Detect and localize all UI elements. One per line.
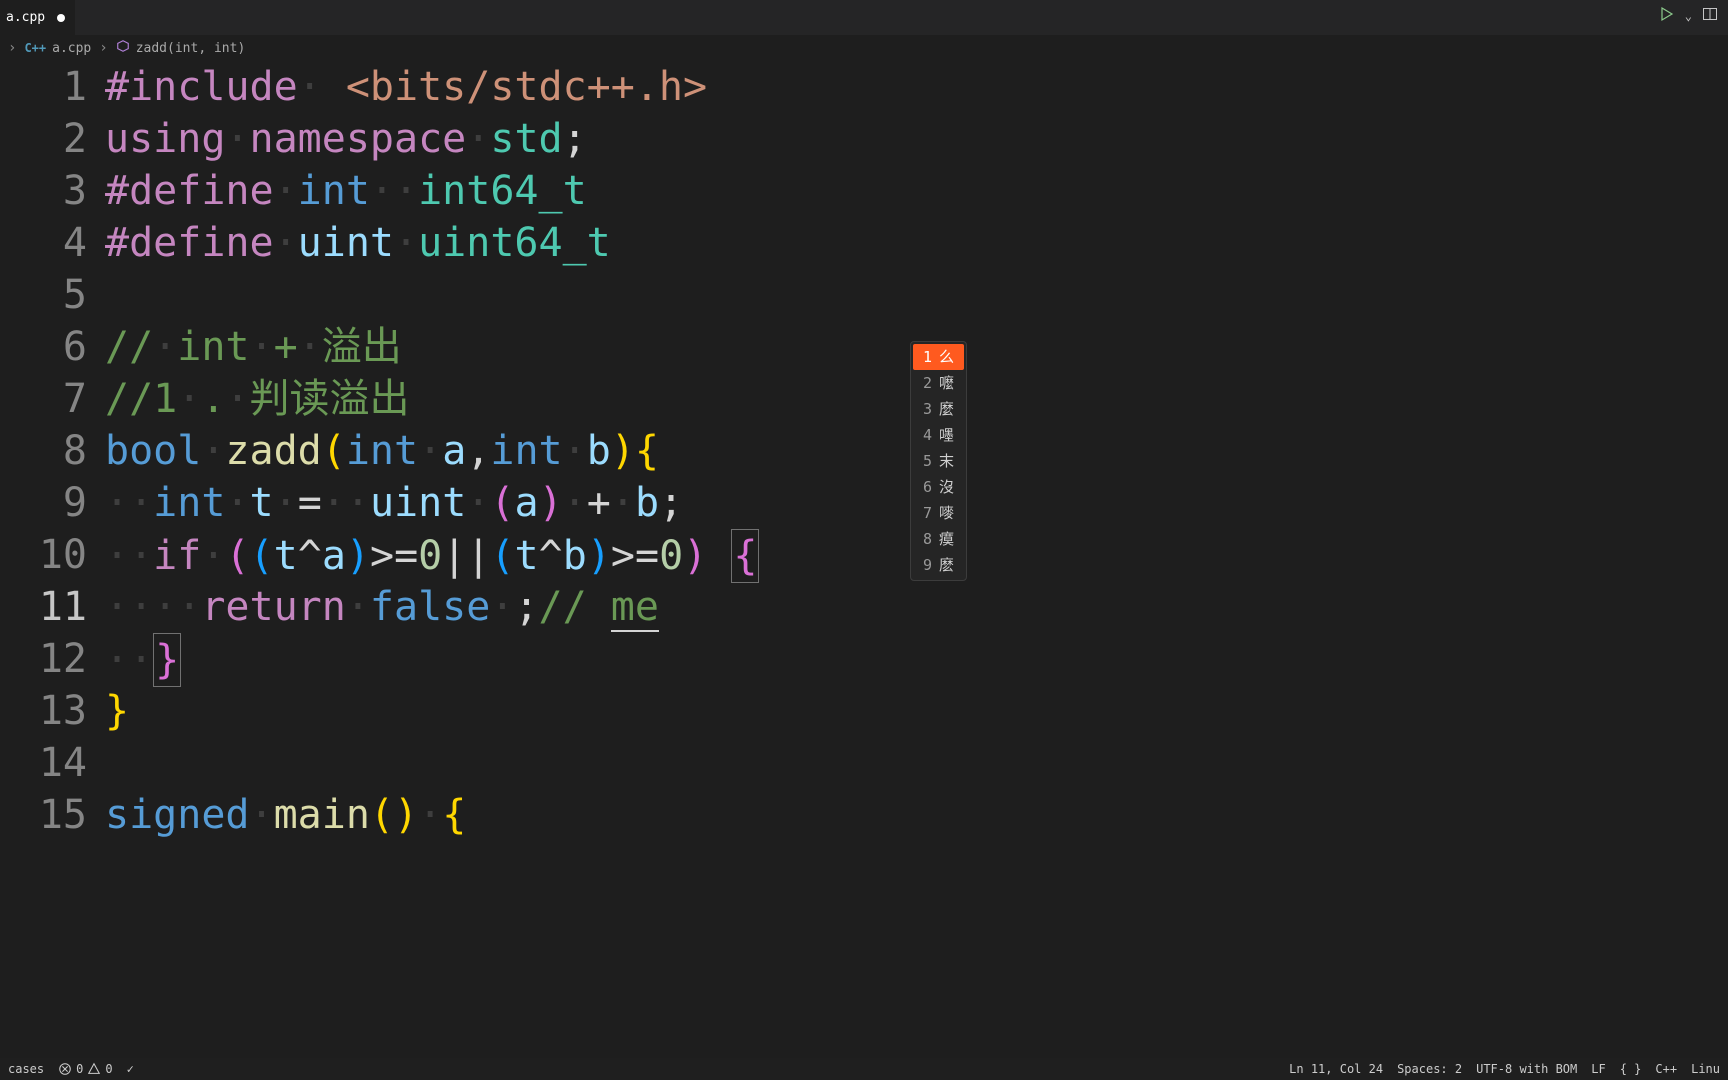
status-language[interactable]: C++ xyxy=(1655,1062,1677,1076)
status-problems[interactable]: 0 0 xyxy=(58,1062,112,1076)
modified-dot-icon xyxy=(57,14,65,22)
tab-bar: a.cpp ⌄ xyxy=(0,0,1728,35)
cpp-file-icon: C++ xyxy=(24,41,46,55)
token-name: uint xyxy=(298,220,394,266)
status-cursor-pos[interactable]: Ln 11, Col 24 xyxy=(1289,1062,1383,1076)
chevron-right-icon: › xyxy=(6,40,18,56)
token-namespace: std xyxy=(490,116,562,162)
token-preproc: #define xyxy=(105,168,274,214)
chevron-right-icon: › xyxy=(97,40,109,56)
token-preproc: #define xyxy=(105,220,274,266)
ime-candidate[interactable]: 5末 xyxy=(913,448,964,474)
token-keyword: bool xyxy=(105,428,201,474)
breadcrumb[interactable]: › C++ a.cpp › zadd(int, int) xyxy=(0,35,1728,61)
token-semi: ; xyxy=(563,116,587,162)
bracket-match-close: } xyxy=(153,633,181,687)
editor-actions: ⌄ xyxy=(1659,6,1718,26)
status-indent[interactable]: Spaces: 2 xyxy=(1397,1062,1462,1076)
token-type: int64_t xyxy=(418,168,587,214)
ime-candidate[interactable]: 7嘜 xyxy=(913,500,964,526)
ime-candidate[interactable]: 1么 xyxy=(913,344,964,370)
status-os[interactable]: Linu xyxy=(1691,1062,1720,1076)
tab-filename: a.cpp xyxy=(6,10,45,25)
run-chevron-icon[interactable]: ⌄ xyxy=(1685,9,1692,23)
status-bar: cases 0 0 ✓ Ln 11, Col 24 Spaces: 2 UTF-… xyxy=(0,1058,1728,1080)
status-check-icon[interactable]: ✓ xyxy=(127,1062,134,1076)
status-braces-icon[interactable]: { } xyxy=(1620,1062,1642,1076)
ime-composition: me xyxy=(611,584,659,632)
breadcrumb-symbol[interactable]: zadd(int, int) xyxy=(136,41,246,56)
token-include-path: <bits/stdc++.h> xyxy=(322,64,707,110)
symbol-method-icon xyxy=(116,39,130,57)
ime-candidate-popup[interactable]: 1么 2嚒 3麼 4嚜 5末 6沒 7嘜 8瘼 9麽 xyxy=(910,341,967,581)
ime-candidate[interactable]: 4嚜 xyxy=(913,422,964,448)
ime-candidate[interactable]: 8瘼 xyxy=(913,526,964,552)
run-play-icon[interactable] xyxy=(1659,6,1675,26)
code-editor[interactable]: 1234 5678 9101112 131415 #include· <bits… xyxy=(0,61,1728,1058)
bracket-match-open: { xyxy=(731,529,759,583)
token-function: zadd xyxy=(225,428,321,474)
code-content[interactable]: #include· <bits/stdc++.h> using·namespac… xyxy=(105,61,1728,1058)
ime-candidate[interactable]: 3麼 xyxy=(913,396,964,422)
token-type: uint64_t xyxy=(418,220,611,266)
status-cases[interactable]: cases xyxy=(8,1062,44,1076)
token-keyword: namespace xyxy=(250,116,467,162)
status-encoding[interactable]: UTF-8 with BOM xyxy=(1476,1062,1577,1076)
tab-active[interactable]: a.cpp xyxy=(0,0,76,35)
token-preproc: #include xyxy=(105,64,298,110)
ime-candidate[interactable]: 6沒 xyxy=(913,474,964,500)
split-editor-icon[interactable] xyxy=(1702,6,1718,26)
ime-candidate[interactable]: 2嚒 xyxy=(913,370,964,396)
breadcrumb-file[interactable]: a.cpp xyxy=(52,41,91,56)
ime-candidate[interactable]: 9麽 xyxy=(913,552,964,578)
line-number-gutter: 1234 5678 9101112 131415 xyxy=(0,61,105,1058)
status-eol[interactable]: LF xyxy=(1591,1062,1605,1076)
token-keyword: using xyxy=(105,116,225,162)
token-keyword: int xyxy=(298,168,370,214)
